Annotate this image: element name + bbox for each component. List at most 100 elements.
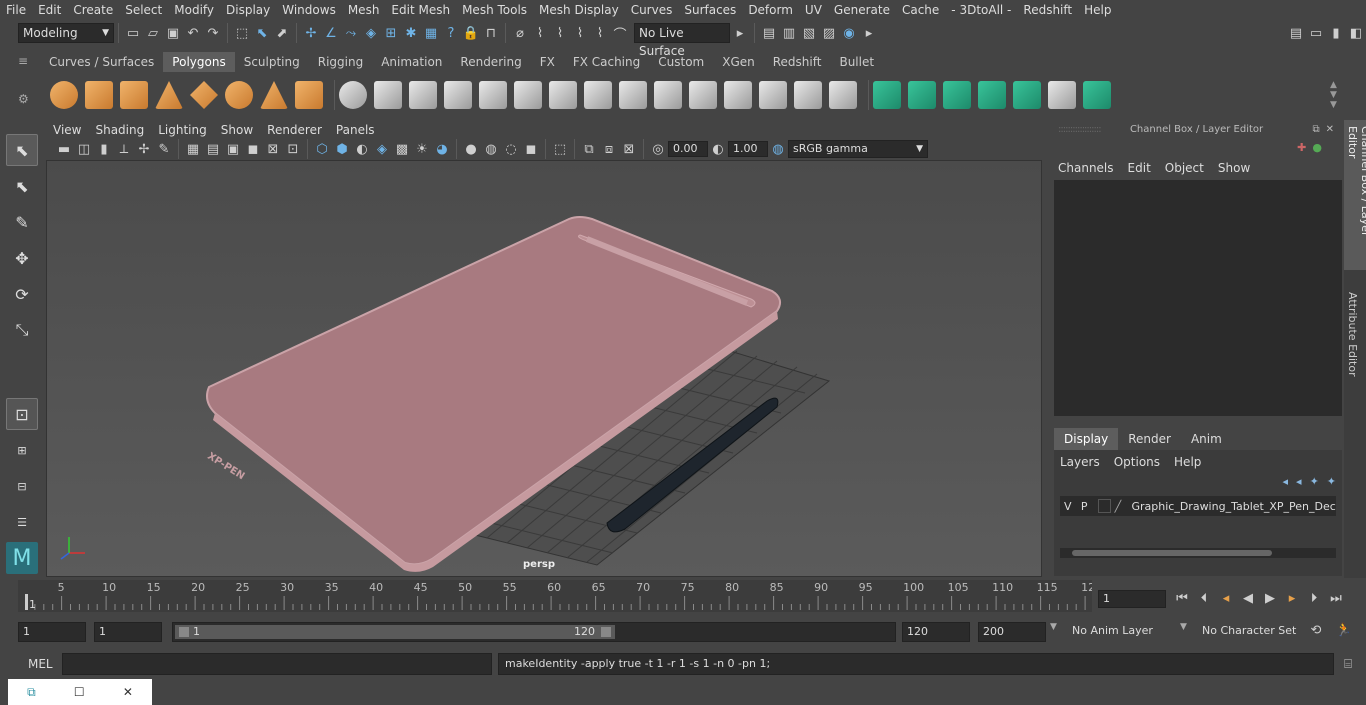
range-slider-handle[interactable]: 1 120 — [175, 625, 615, 639]
bookmark-icon[interactable]: ▮ — [94, 139, 114, 159]
wireframe-icon[interactable]: ⬡ — [312, 139, 332, 159]
close-icon[interactable]: ✕ — [123, 685, 133, 699]
rotate-tool-icon[interactable]: ⟳ — [6, 278, 38, 310]
uv-spherical-icon[interactable] — [943, 81, 971, 109]
menu-help[interactable]: Help — [1078, 0, 1117, 20]
shelf-tab-fx[interactable]: FX — [531, 52, 564, 72]
backface-icon[interactable]: ⊠ — [619, 139, 639, 159]
combine-icon[interactable] — [339, 81, 367, 109]
cb-menu-edit[interactable]: Edit — [1128, 161, 1151, 175]
paint-select-icon[interactable]: ⌇ — [570, 23, 590, 43]
select-component-icon[interactable]: ⬈ — [272, 23, 292, 43]
step-back-key-icon[interactable]: ⏴ — [1194, 588, 1214, 608]
color-management-icon[interactable]: ◍ — [768, 139, 788, 159]
shelf-tab-polygons[interactable]: Polygons — [163, 52, 235, 72]
auto-key-icon[interactable]: ⟲ — [1306, 620, 1326, 640]
layers-icon[interactable]: ◧ — [1346, 23, 1366, 43]
play-backward-icon[interactable]: ◀ — [1238, 588, 1258, 608]
go-to-start-icon[interactable]: ⏮ — [1172, 588, 1192, 608]
depth-of-field-icon[interactable]: ◌ — [501, 139, 521, 159]
camera-attributes-icon[interactable]: ◫ — [74, 139, 94, 159]
layer-menu-help[interactable]: Help — [1174, 455, 1201, 469]
playback-start-field[interactable]: 1 — [94, 622, 162, 642]
layout-two-icon[interactable]: ⊟ — [6, 470, 38, 502]
mode-selector[interactable]: Modeling ▼ — [18, 23, 114, 43]
multi-cut-icon[interactable] — [549, 81, 577, 109]
poly-cube-icon[interactable] — [85, 81, 113, 109]
layer-menu-options[interactable]: Options — [1114, 455, 1160, 469]
shelf-tab-rendering[interactable]: Rendering — [451, 52, 530, 72]
separate-icon[interactable] — [374, 81, 402, 109]
textured-icon[interactable]: ◈ — [372, 139, 392, 159]
vp-menu-lighting[interactable]: Lighting — [151, 121, 214, 139]
menu-file[interactable]: File — [0, 0, 32, 20]
show-manipulator-icon[interactable]: ⊡ — [6, 398, 38, 430]
use-lights-icon[interactable]: ▩ — [392, 139, 412, 159]
sidebar-toggle-icon[interactable]: ▮ — [1326, 23, 1346, 43]
symmetry-icon[interactable]: ⌇ — [590, 23, 610, 43]
mirror-icon[interactable] — [409, 81, 437, 109]
chevron-down-icon[interactable]: ▼ — [1180, 622, 1187, 632]
render-view-icon[interactable]: ▨ — [819, 23, 839, 43]
shelf-menu-icon[interactable]: ≡ — [18, 54, 32, 70]
poly-sphere-icon[interactable] — [50, 81, 78, 109]
cb-menu-object[interactable]: Object — [1165, 161, 1204, 175]
scale-tool-icon[interactable]: ⤡ — [6, 314, 38, 346]
layer-color-swatch[interactable]: ╱ — [1115, 500, 1128, 513]
bridge-icon[interactable] — [619, 81, 647, 109]
expand-arrow-icon[interactable]: ▸ — [730, 23, 750, 43]
redo-icon[interactable]: ↷ — [203, 23, 223, 43]
new-scene-icon[interactable]: ▭ — [123, 23, 143, 43]
motion-blur-icon[interactable]: ● — [461, 139, 481, 159]
current-frame-field[interactable]: 1 — [1098, 590, 1166, 608]
step-back-frame-icon[interactable]: ◂ — [1216, 588, 1236, 608]
go-to-end-icon[interactable]: ⏭ — [1326, 588, 1346, 608]
menu-redshift[interactable]: Redshift — [1017, 0, 1078, 20]
menu-select[interactable]: Select — [119, 0, 168, 20]
playback-end-field[interactable]: 120 — [902, 622, 970, 642]
poly-torus-icon[interactable] — [225, 81, 253, 109]
layer-tab-display[interactable]: Display — [1054, 428, 1119, 450]
menu-cache[interactable]: Cache — [896, 0, 945, 20]
new-layer-selected-icon[interactable]: ✦ — [1327, 475, 1336, 488]
cb-menu-channels[interactable]: Channels — [1058, 161, 1114, 175]
step-forward-key-icon[interactable]: ⏵ — [1304, 588, 1324, 608]
uv-automatic-icon[interactable] — [978, 81, 1006, 109]
isolate-select-icon[interactable]: ⬚ — [550, 139, 570, 159]
snap-curve-icon[interactable]: ∠ — [321, 23, 341, 43]
open-scene-icon[interactable]: ▱ — [143, 23, 163, 43]
undo-icon[interactable]: ↶ — [183, 23, 203, 43]
snap-view-icon[interactable]: ◈ — [361, 23, 381, 43]
shelf-tab-fx-caching[interactable]: FX Caching — [564, 52, 649, 72]
gamma-field[interactable]: 1.00 — [728, 141, 768, 157]
uv-unfold-icon[interactable] — [1013, 81, 1041, 109]
exposure-field[interactable]: 0.00 — [668, 141, 708, 157]
layer-tab-anim[interactable]: Anim — [1181, 428, 1232, 450]
snap-surface-icon[interactable]: ⊞ — [381, 23, 401, 43]
snap-point-icon[interactable]: ⤳ — [341, 23, 361, 43]
vp-menu-view[interactable]: View — [46, 121, 88, 139]
shelf-tab-redshift[interactable]: Redshift — [764, 52, 831, 72]
layer-name[interactable]: Graphic_Drawing_Tablet_XP_Pen_Deco_P — [1131, 500, 1336, 513]
lasso-icon[interactable]: ⌇ — [530, 23, 550, 43]
triangulate-icon[interactable] — [479, 81, 507, 109]
shelf-scroll-icon[interactable]: ▲ ▼ ▼ — [1330, 80, 1340, 110]
grid-icon[interactable]: ▦ — [183, 139, 203, 159]
shelf-tab-xgen[interactable]: XGen — [713, 52, 764, 72]
menu-generate[interactable]: Generate — [828, 0, 896, 20]
range-slider[interactable]: 1 120 — [172, 622, 896, 642]
shelf-tab-bullet[interactable]: Bullet — [830, 52, 883, 72]
time-slider[interactable]: 5 10 15 20 25 30 35 40 45 50 55 60 65 70 75 80 85 90 95 100… — [18, 580, 1095, 612]
current-time-marker[interactable] — [25, 594, 28, 610]
film-gate-icon[interactable]: ▤ — [203, 139, 223, 159]
layer-tab-render[interactable]: Render — [1118, 428, 1181, 450]
uv-checker-icon[interactable] — [1048, 81, 1076, 109]
select-hierarchy-icon[interactable]: ⬚ — [232, 23, 252, 43]
menu-mesh-tools[interactable]: Mesh Tools — [456, 0, 533, 20]
vp-menu-shading[interactable]: Shading — [88, 121, 151, 139]
shelf-tab-curves-surfaces[interactable]: Curves / Surfaces — [40, 52, 163, 72]
layer-menu-layers[interactable]: Layers — [1060, 455, 1100, 469]
uv-editor-icon[interactable] — [1083, 81, 1111, 109]
move-layer-up-icon[interactable]: ◂ — [1283, 475, 1289, 488]
snap-vertex-icon[interactable]: ✱ — [401, 23, 421, 43]
